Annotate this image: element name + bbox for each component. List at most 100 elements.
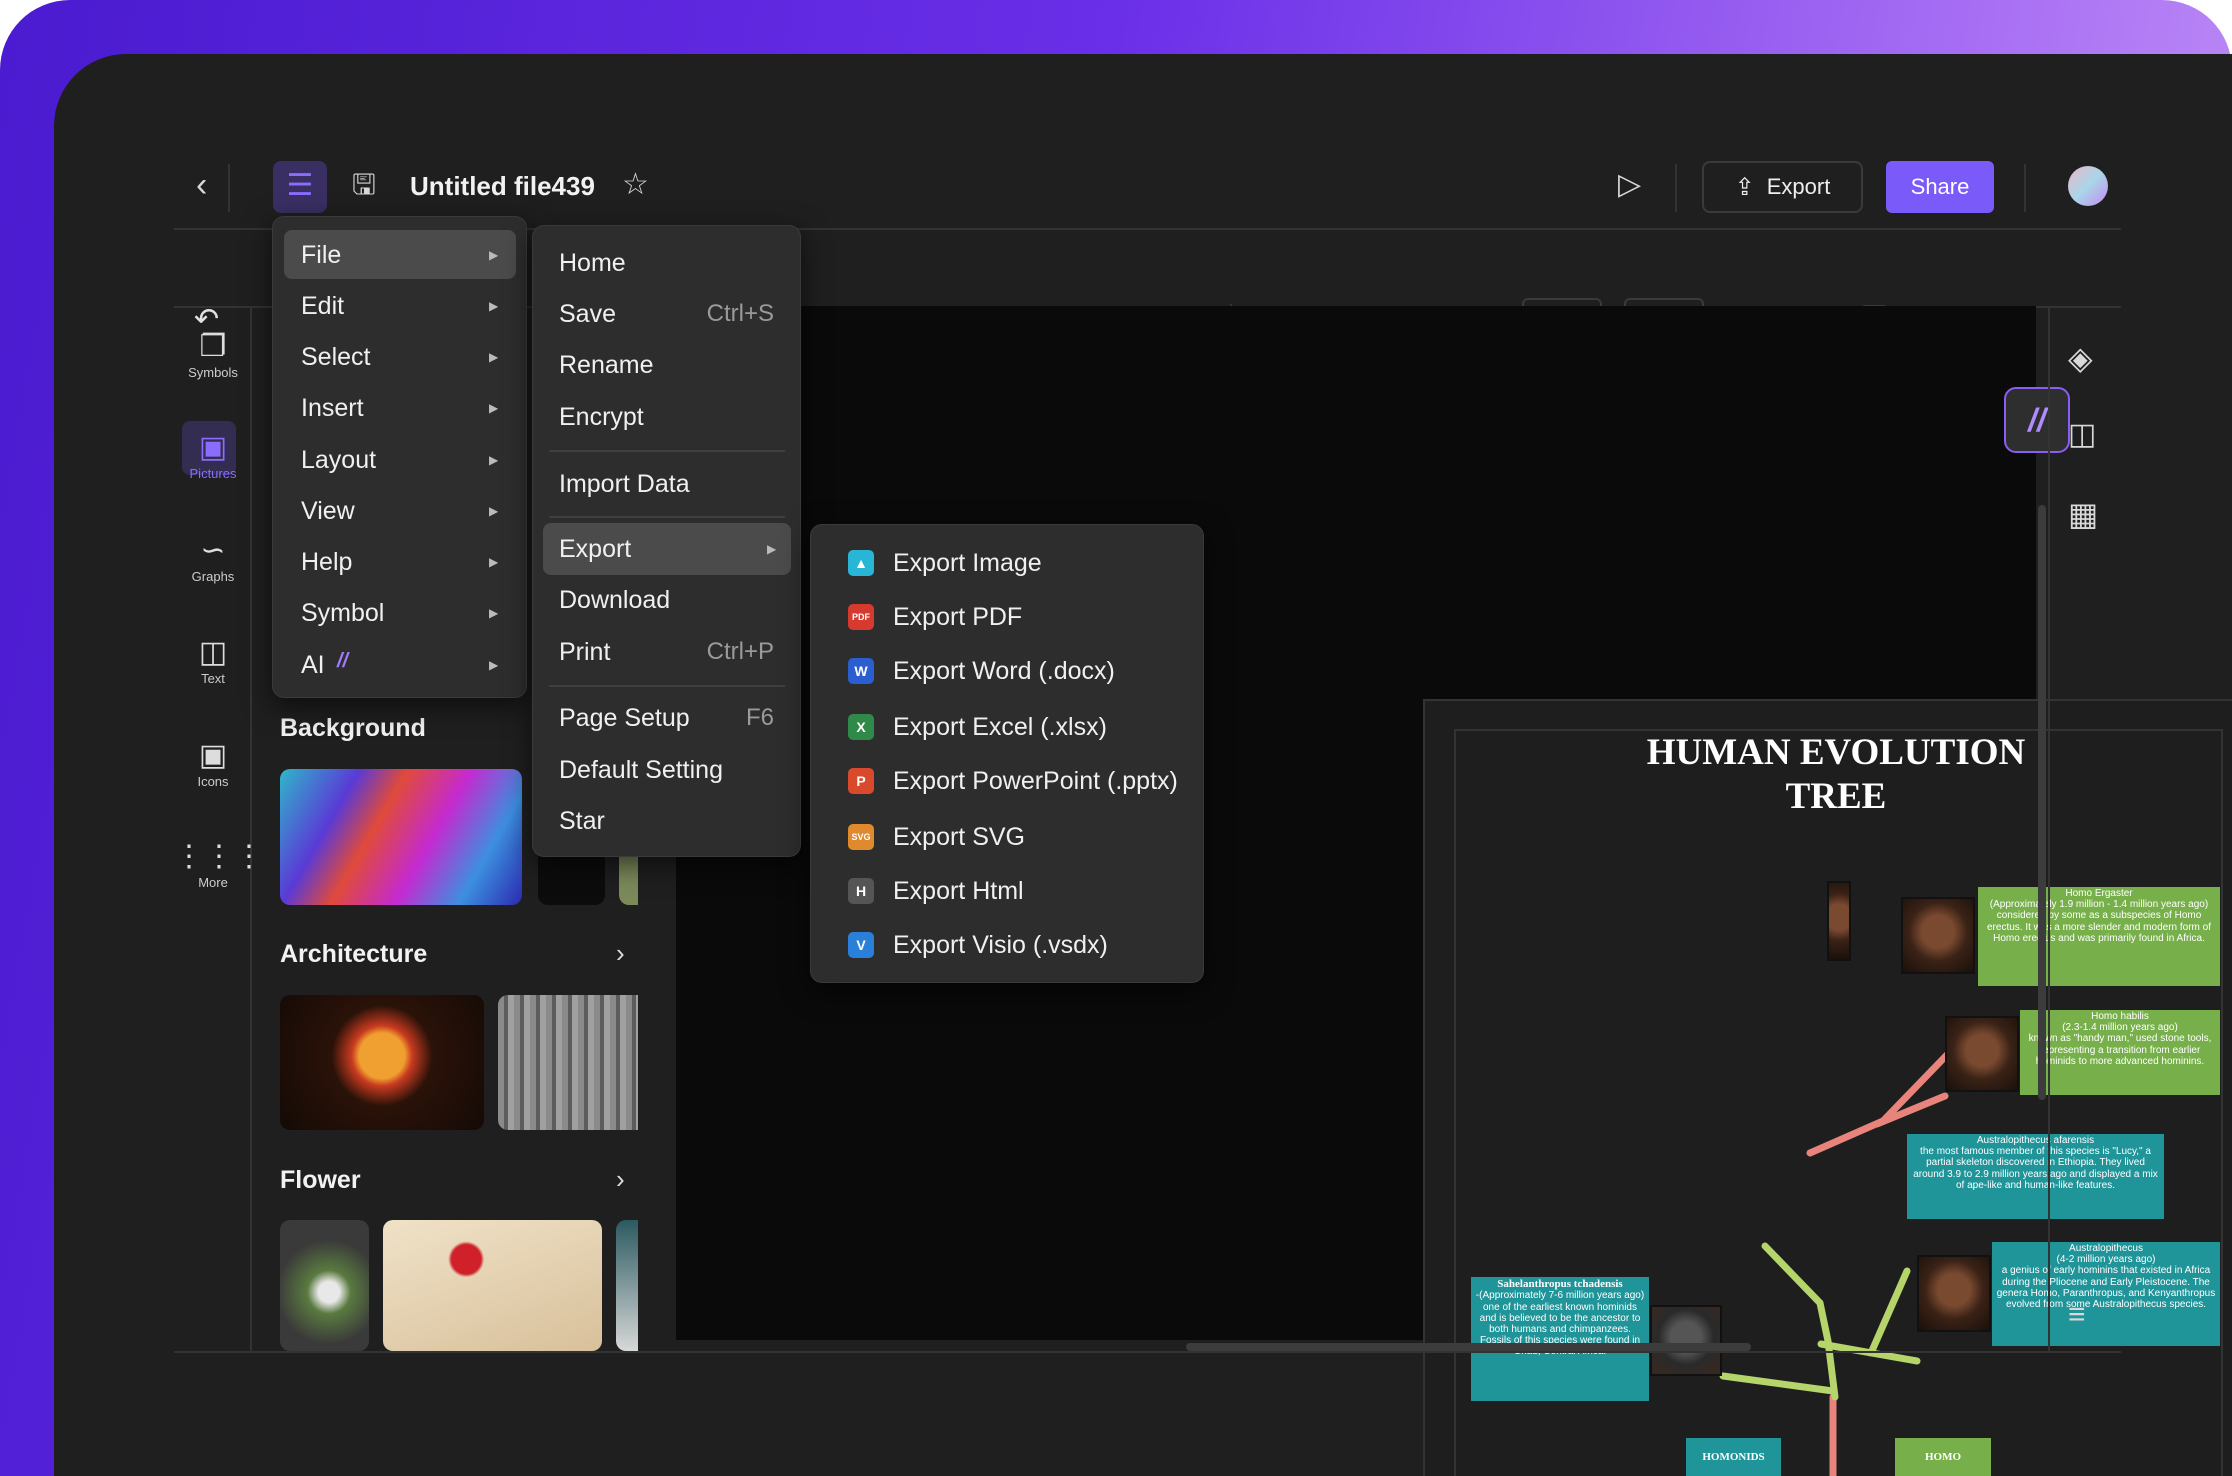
- menu-label: File: [301, 240, 342, 269]
- page-add-icon[interactable]: ◫: [2068, 420, 2096, 450]
- branch-habilis: [1873, 1092, 1949, 1128]
- menu-item-layout[interactable]: Layout ▶: [273, 435, 526, 485]
- pdf-file-icon: PDF: [848, 604, 874, 630]
- menu-item-rename[interactable]: Rename: [533, 340, 800, 390]
- australopithecus-box[interactable]: Australopithecus (4-2 million years ago)…: [1992, 1242, 2220, 1346]
- rail-item-pictures[interactable]: ▣ Pictures: [174, 430, 252, 481]
- menu-item-export[interactable]: Export ▶: [533, 524, 800, 574]
- menu-label: Layout: [301, 445, 377, 474]
- graphs-icon: ∽: [200, 534, 226, 567]
- caret-right-icon: ▶: [489, 248, 499, 262]
- menu-item-export-html[interactable]: H Export Html: [811, 866, 1203, 916]
- file-submenu: Home Save Ctrl+S Rename Encrypt Import Da…: [532, 225, 801, 857]
- divider: [228, 164, 230, 212]
- sahelanthropus-box[interactable]: Sahelanthropus tchadensis -(Approximatel…: [1471, 1277, 1649, 1401]
- document-page[interactable]: HUMAN EVOLUTION TREE Homo Ergaster (Appr…: [1423, 699, 2232, 1476]
- rail-item-text[interactable]: ◫ Text: [174, 635, 252, 686]
- menu-item-star[interactable]: Star: [533, 796, 800, 846]
- menu-item-print[interactable]: Print Ctrl+P: [533, 627, 800, 677]
- menu-label: Export PDF: [893, 602, 1023, 631]
- menu-separator: [549, 450, 785, 452]
- ai-assistant-button[interactable]: //: [2004, 387, 2070, 453]
- habilis-box[interactable]: Homo habilis (2.3-1.4 million years ago)…: [2020, 1010, 2220, 1095]
- app-window: ‹ ☰ 🖫 Untitled file439 ☆ ▷ ⇪ Export Share…: [54, 54, 2232, 1476]
- rail-item-more[interactable]: ⋮⋮⋮ More: [174, 839, 264, 890]
- box-text: the most famous member of this species i…: [1913, 1146, 2158, 1191]
- architecture-thumbnail[interactable]: [498, 995, 638, 1130]
- menu-item-default-setting[interactable]: Default Setting: [533, 745, 800, 795]
- homonids-box[interactable]: HOMONIDS: [1686, 1438, 1781, 1476]
- menu-item-select[interactable]: Select ▶: [273, 332, 526, 382]
- menu-label: Select: [301, 342, 371, 371]
- ai-logo-icon: //: [337, 650, 349, 672]
- habilis-photo[interactable]: [1945, 1016, 2019, 1092]
- menu-item-export-image[interactable]: ▲ Export Image: [811, 538, 1203, 588]
- menu-item-download[interactable]: Download: [533, 575, 800, 625]
- fill-bucket-icon[interactable]: ◈: [2068, 342, 2093, 374]
- branch-main: [1761, 1242, 1839, 1401]
- menu-item-export-word[interactable]: W Export Word (.docx): [811, 646, 1203, 696]
- menu-label: Home: [559, 248, 626, 277]
- horizontal-scrollbar[interactable]: [1186, 1343, 1751, 1351]
- caret-right-icon: ▶: [767, 542, 777, 556]
- menu-item-save[interactable]: Save Ctrl+S: [533, 289, 800, 339]
- flower-thumbnail[interactable]: [280, 1220, 369, 1351]
- flower-thumbnail[interactable]: [383, 1220, 602, 1351]
- main-menu-button[interactable]: ☰: [273, 161, 327, 213]
- menu-item-export-pdf[interactable]: PDF Export PDF: [811, 592, 1203, 642]
- chevron-right-icon[interactable]: ›: [616, 1164, 625, 1195]
- menu-item-insert[interactable]: Insert ▶: [273, 383, 526, 433]
- menu-item-page-setup[interactable]: Page Setup F6: [533, 693, 800, 743]
- avatar[interactable]: [2068, 166, 2108, 206]
- star-icon[interactable]: ☆: [622, 170, 649, 200]
- rail-label: More: [198, 875, 228, 890]
- box-period: (2.3-1.4 million years ago): [2062, 1022, 2178, 1034]
- ergaster-box[interactable]: Homo Ergaster (Approximately 1.9 million…: [1978, 887, 2220, 986]
- shortcut: F6: [745, 704, 774, 731]
- settings-list-icon[interactable]: ≡: [2068, 1300, 2086, 1330]
- section-title-background: Background: [280, 714, 426, 742]
- box-text: known as "handy man," used stone tools, …: [2028, 1033, 2212, 1067]
- menu-item-import-data[interactable]: Import Data: [533, 459, 800, 509]
- more-icon: ⋮⋮⋮: [174, 840, 264, 873]
- box-name: Sahelanthropus tchadensis: [1497, 1278, 1623, 1290]
- menu-item-symbol[interactable]: Symbol ▶: [273, 588, 526, 638]
- menu-item-encrypt[interactable]: Encrypt: [533, 392, 800, 442]
- menu-item-help[interactable]: Help ▶: [273, 537, 526, 587]
- divider: [1675, 164, 1677, 212]
- menu-item-view[interactable]: View ▶: [273, 486, 526, 536]
- sahelanthropus-photo[interactable]: [1650, 1305, 1722, 1376]
- icons-icon: ▣: [198, 739, 228, 772]
- ergaster-photo[interactable]: [1901, 897, 1975, 974]
- save-file-icon[interactable]: 🖫: [352, 171, 376, 199]
- back-chevron-icon[interactable]: ‹: [196, 168, 207, 202]
- species-photo[interactable]: [1827, 881, 1851, 961]
- export-button[interactable]: ⇪ Export: [1702, 161, 1863, 213]
- australopithecus-photo[interactable]: [1917, 1255, 1991, 1332]
- menu-item-edit[interactable]: Edit ▶: [273, 281, 526, 331]
- homo-box[interactable]: HOMO: [1895, 1438, 1991, 1476]
- architecture-thumbnail[interactable]: [280, 995, 484, 1130]
- menu-item-export-powerpoint[interactable]: P Export PowerPoint (.pptx): [811, 756, 1203, 806]
- menu-item-file[interactable]: File ▶: [273, 230, 526, 280]
- flower-thumbnail[interactable]: [616, 1220, 638, 1351]
- menu-item-export-svg[interactable]: SVG Export SVG: [811, 812, 1203, 862]
- chevron-right-icon[interactable]: ›: [616, 938, 625, 969]
- rail-item-symbols[interactable]: ❐ Symbols: [174, 329, 252, 380]
- rail-item-icons[interactable]: ▣ Icons: [174, 738, 252, 789]
- menu-label: Download: [559, 585, 671, 614]
- menu-item-export-excel[interactable]: X Export Excel (.xlsx): [811, 702, 1203, 752]
- play-icon[interactable]: ▷: [1618, 170, 1641, 200]
- grid-icon[interactable]: ▦: [2068, 498, 2098, 530]
- menu-item-export-visio[interactable]: V Export Visio (.vsdx): [811, 920, 1203, 970]
- background-thumbnail[interactable]: [280, 769, 522, 905]
- vertical-scrollbar[interactable]: [2038, 505, 2046, 1100]
- caret-right-icon: ▶: [489, 453, 499, 467]
- share-button[interactable]: Share: [1886, 161, 1994, 213]
- rail-item-graphs[interactable]: ∽ Graphs: [174, 533, 252, 584]
- menu-item-ai[interactable]: AI // ▶: [273, 640, 526, 690]
- menu-item-home[interactable]: Home: [533, 238, 800, 288]
- document-title[interactable]: Untitled file439: [410, 171, 595, 202]
- afarensis-box[interactable]: Australopithecus afarensis the most famo…: [1907, 1134, 2164, 1219]
- caret-right-icon: ▶: [489, 350, 499, 364]
